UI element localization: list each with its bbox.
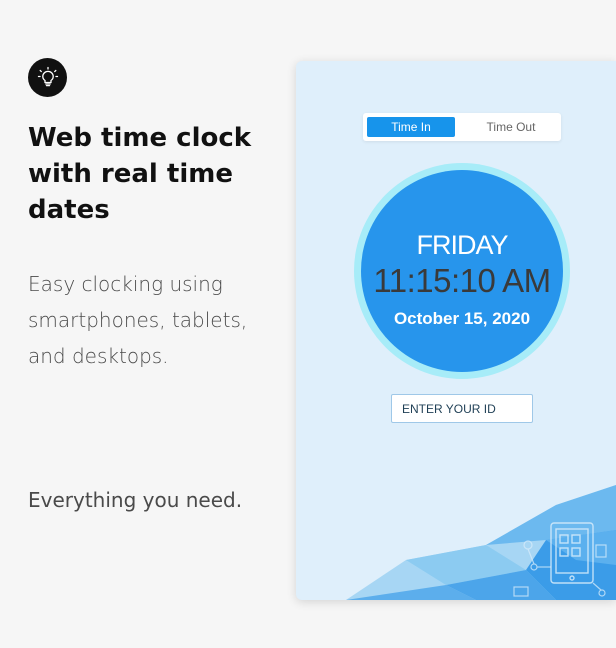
employee-id-input[interactable] xyxy=(391,394,533,423)
clock-day: FRIDAY xyxy=(416,230,508,260)
promo-tagline: Everything you need. xyxy=(28,488,243,512)
lightbulb-icon xyxy=(28,58,67,97)
clock-ring: FRIDAY 11:15:10 AM October 15, 2020 xyxy=(354,163,570,379)
decorative-landscape xyxy=(346,485,616,600)
time-in-button[interactable]: Time In xyxy=(367,117,455,137)
clock-mode-toggle: Time In Time Out xyxy=(363,113,561,141)
time-clock-app: Time In Time Out FRIDAY 11:15:10 AM Octo… xyxy=(296,61,616,600)
clock-time: 11:15:10 AM xyxy=(373,262,551,299)
clock-date: October 15, 2020 xyxy=(393,309,531,328)
promo-subtext: Easy clocking using smartphones, tablets… xyxy=(28,272,248,368)
clock-face: FRIDAY 11:15:10 AM October 15, 2020 xyxy=(361,170,563,372)
time-out-button[interactable]: Time Out xyxy=(467,117,555,137)
promo-headline: Web time clock with real time dates xyxy=(28,123,252,225)
